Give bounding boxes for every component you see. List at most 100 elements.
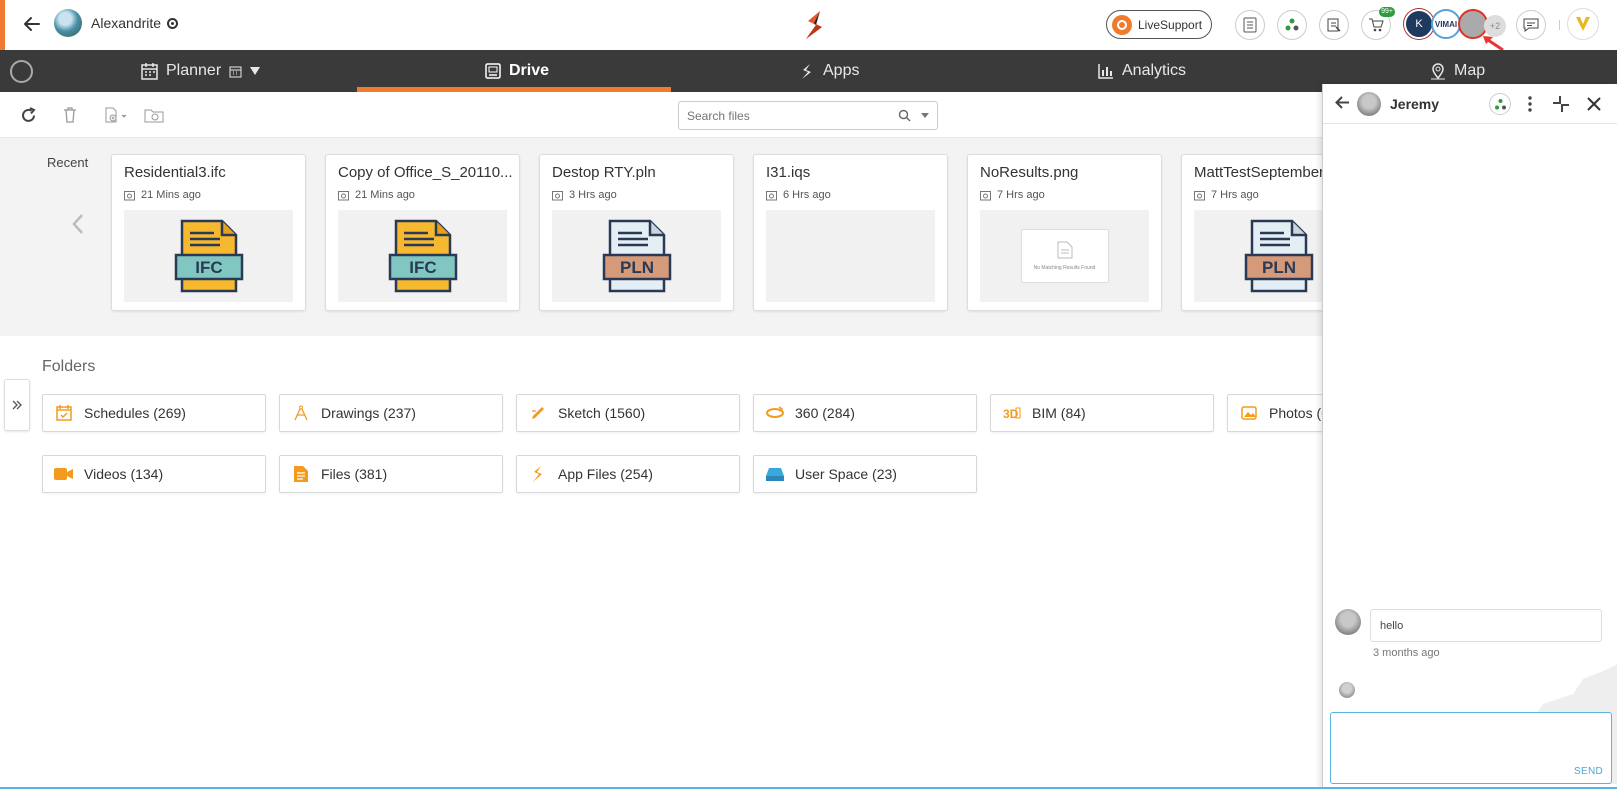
chat-bubble-icon [1523, 18, 1539, 32]
cart-badge: 99+ [1379, 7, 1395, 17]
send-button[interactable]: SEND [1574, 766, 1603, 777]
message-timestamp: 3 months ago [1373, 647, 1440, 659]
team-button[interactable] [1277, 10, 1307, 40]
caret-down-icon[interactable] [921, 113, 929, 118]
folder-videos[interactable]: Videos (134) [42, 455, 266, 493]
chevron-left-icon[interactable] [71, 213, 85, 235]
folder-sketch[interactable]: Sketch (1560) [516, 394, 740, 432]
user-avatar[interactable] [54, 9, 82, 37]
close-button[interactable] [1583, 93, 1605, 115]
message-input-box[interactable]: SEND [1330, 712, 1612, 784]
team-button[interactable] [1489, 93, 1511, 115]
member-avatar-vimai[interactable]: VIMAI [1431, 9, 1461, 39]
card-title: NoResults.png [980, 164, 1079, 181]
card-thumbnail: PLN [552, 210, 721, 302]
list-view-button[interactable] [1235, 10, 1265, 40]
chat-header: Jeremy [1323, 84, 1617, 124]
card-time-row: 3 Hrs ago [552, 189, 617, 201]
svg-text:IFC: IFC [195, 258, 222, 277]
arrow-left-icon [24, 17, 40, 31]
delete-button[interactable] [59, 104, 81, 126]
close-icon [1587, 97, 1601, 111]
new-file-button[interactable] [103, 104, 131, 126]
team-icon [1285, 18, 1299, 31]
card-title: Residential3.ifc [124, 164, 226, 181]
camera-folder-icon [144, 109, 164, 123]
search-files-field[interactable] [678, 101, 938, 130]
brand-logo[interactable] [800, 9, 830, 41]
minimize-button[interactable] [1550, 93, 1572, 115]
documents-button[interactable] [1319, 10, 1349, 40]
tab-analytics[interactable]: Analytics [1098, 50, 1186, 92]
app-logo-icon [528, 464, 548, 484]
typing-indicator-avatar [1339, 682, 1355, 698]
time-file-icon [124, 190, 135, 200]
chat-menu-button[interactable] [1519, 93, 1541, 115]
tab-drive-label: Drive [509, 62, 550, 79]
folder-app-files[interactable]: App Files (254) [516, 455, 740, 493]
pen-icon [528, 403, 548, 423]
recent-card[interactable]: Destop RTY.pln 3 Hrs ago PLN [539, 154, 734, 311]
company-logo[interactable] [1567, 8, 1599, 40]
message-input[interactable] [1331, 713, 1611, 783]
sidebar-expand-button[interactable] [4, 379, 30, 431]
cart-button[interactable]: 99+ [1361, 7, 1395, 40]
card-thumbnail [766, 210, 935, 302]
folder-files[interactable]: Files (381) [279, 455, 503, 493]
folder-bim[interactable]: 3D BIM (84) [990, 394, 1214, 432]
card-title: Copy of Office_S_20110... [338, 164, 513, 181]
caret-down-icon[interactable] [250, 67, 261, 75]
recent-card[interactable]: Copy of Office_S_20110... 21 Mins ago IF… [325, 154, 520, 311]
member-avatar-k[interactable]: K [1404, 9, 1434, 39]
refresh-button[interactable] [17, 104, 39, 126]
tab-planner[interactable]: Planner [141, 50, 261, 92]
folder-drawings[interactable]: Drawings (237) [279, 394, 503, 432]
tab-apps[interactable]: Apps [799, 50, 859, 92]
chat-button[interactable] [1516, 10, 1546, 40]
folders-heading: Folders [42, 358, 96, 375]
arrow-left-icon[interactable] [1334, 94, 1351, 111]
card-time: 21 Mins ago [141, 189, 201, 201]
v-logo-icon [1576, 17, 1590, 31]
card-time: 6 Hrs ago [783, 189, 831, 201]
trash-icon [64, 107, 76, 123]
folder-label: Sketch (1560) [558, 405, 646, 421]
folder-schedules[interactable]: Schedules (269) [42, 394, 266, 432]
home-icon[interactable] [10, 60, 33, 83]
time-file-icon [552, 190, 563, 200]
folder-label: App Files (254) [558, 466, 653, 482]
minimize-icon [1553, 96, 1569, 112]
tab-planner-label: Planner [166, 62, 222, 79]
pln-file-icon: PLN [1244, 219, 1313, 293]
card-time-row: 7 Hrs ago [980, 189, 1045, 201]
livesupport-button[interactable]: LiveSupport [1106, 10, 1212, 39]
calendar-small-icon [229, 66, 242, 77]
card-title: I31.iqs [766, 164, 811, 181]
folder-label: Files (381) [321, 466, 388, 482]
map-pin-icon [1431, 62, 1445, 79]
search-icon[interactable] [898, 109, 911, 122]
card-time-row: 6 Hrs ago [766, 189, 831, 201]
recent-card[interactable]: Residential3.ifc 21 Mins ago IFC [111, 154, 306, 311]
card-time: 7 Hrs ago [997, 189, 1045, 201]
username[interactable]: Alexandrite [91, 15, 161, 31]
search-input[interactable] [687, 108, 898, 123]
cart-icon [1369, 18, 1384, 32]
time-file-icon [338, 190, 349, 200]
camera-upload-button[interactable] [143, 104, 165, 126]
card-time: 7 Hrs ago [1211, 189, 1259, 201]
refresh-icon [21, 106, 36, 122]
folder-360[interactable]: 360 (284) [753, 394, 977, 432]
folder-user-space[interactable]: User Space (23) [753, 455, 977, 493]
recent-card[interactable]: NoResults.png 7 Hrs ago No Matching Resu… [967, 154, 1162, 311]
status-icon[interactable] [167, 18, 178, 29]
recent-card[interactable]: I31.iqs 6 Hrs ago [753, 154, 948, 311]
bar-chart-icon [1098, 64, 1113, 79]
back-button[interactable] [20, 12, 44, 36]
folder-label: Photos (6 [1269, 405, 1329, 421]
double-chevron-right-icon [12, 400, 22, 410]
tab-drive[interactable]: Drive [485, 50, 549, 92]
more-members-badge[interactable]: +2 [1484, 15, 1506, 37]
chat-contact-name: Jeremy [1390, 96, 1440, 112]
pln-file-icon: PLN [602, 219, 671, 293]
